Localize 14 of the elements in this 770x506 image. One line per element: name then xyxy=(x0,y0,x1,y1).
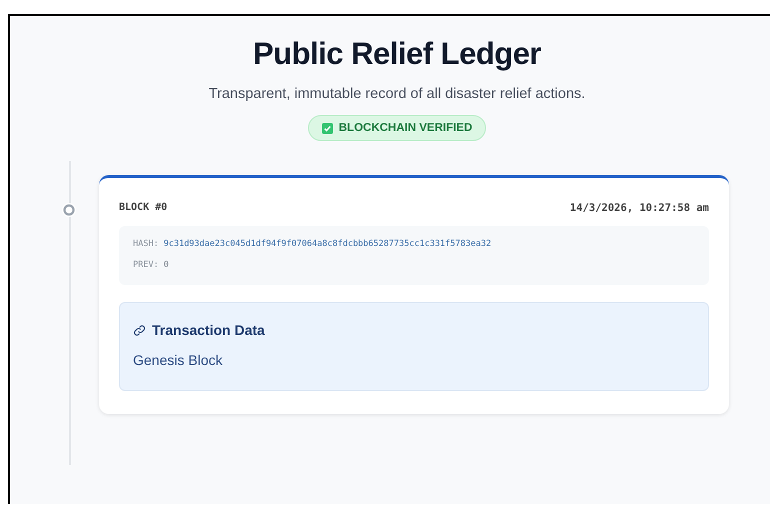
transaction-data: Genesis Block xyxy=(133,352,224,368)
block-timestamp: 14/3/2026, 10:27:58 am xyxy=(570,202,709,214)
page-subtitle: Transparent, immutable record of all disaster relief actions. xyxy=(208,86,586,102)
timeline-node-icon xyxy=(61,202,77,218)
badge-label: BLOCKCHAIN VERIFIED xyxy=(338,122,472,134)
prev-label: PREV: xyxy=(133,260,159,270)
transaction-title: Transaction Data xyxy=(152,322,265,338)
hash-value: 9c31d93dae23c045d1df94f9f07064a8c8fdcbbb65287735cc1c331f5783ea32 xyxy=(164,239,492,249)
page-title: Public Relief Ledger xyxy=(252,36,541,72)
block-number: BLOCK #0 xyxy=(119,202,168,214)
prev-value: 0 xyxy=(164,260,169,270)
checkbox-icon xyxy=(322,122,333,134)
link-icon xyxy=(133,324,146,336)
hash-label: HASH: xyxy=(133,239,159,249)
